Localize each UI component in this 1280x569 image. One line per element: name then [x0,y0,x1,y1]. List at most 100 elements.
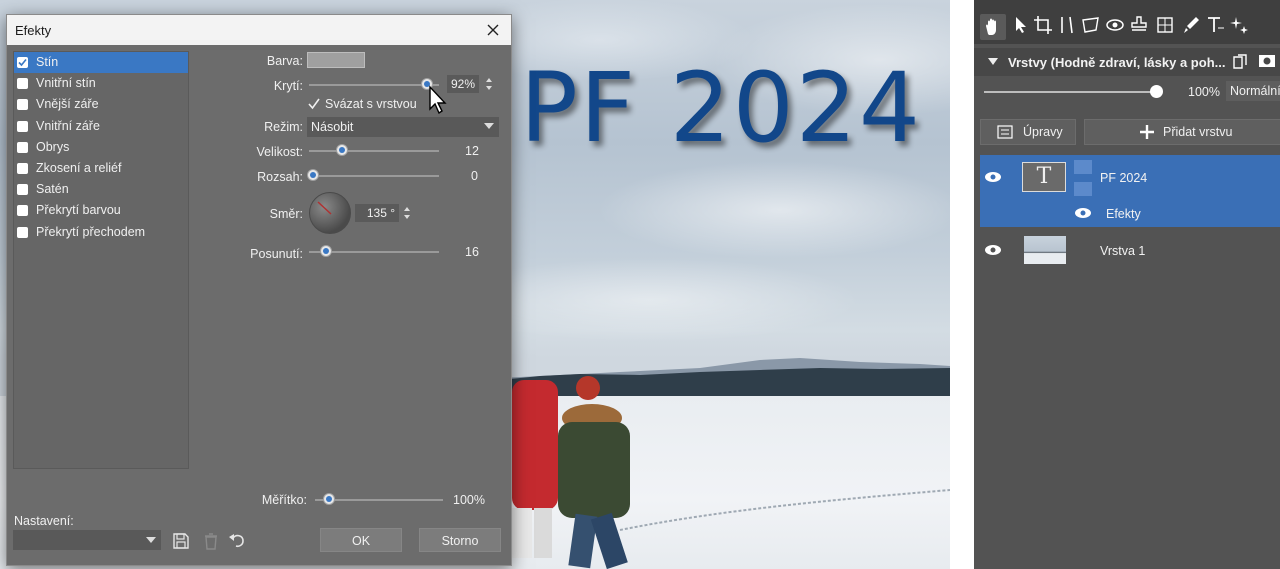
effect-checkbox[interactable] [17,226,28,238]
stamp-icon[interactable] [1128,14,1150,36]
effect-item[interactable]: Vnitřní záře [14,116,188,137]
opacity-spin-icon[interactable] [485,76,493,92]
preset-select[interactable] [13,530,161,550]
offset-slider-thumb[interactable] [320,245,332,257]
opacity-slider-track[interactable] [309,84,439,86]
effect-label: Vnitřní záře [36,118,100,133]
duplicate-icon[interactable] [1232,54,1250,70]
visibility-eye-icon[interactable] [984,244,1002,256]
link-to-layer-label[interactable]: Svázat s vrstvou [325,97,417,111]
effect-item[interactable]: Zkosení a reliéf [14,158,188,179]
eye-tool-icon[interactable] [1104,14,1126,36]
hand-tool-button[interactable] [980,14,1006,40]
effect-item[interactable]: Překrytí barvou [14,200,188,221]
effect-checkbox[interactable] [17,162,28,174]
straighten-icon[interactable] [1056,14,1078,36]
size-slider-thumb[interactable] [336,144,348,156]
offset-label: Posunutí: [250,247,303,261]
layer-opacity-thumb[interactable] [1150,85,1163,98]
effect-checkbox[interactable] [17,99,28,111]
effect-label: Stín [36,55,59,69]
link-checkmark-icon[interactable] [307,97,321,111]
chevron-down-icon [484,123,494,129]
tool-bar [974,0,1280,44]
effect-label: Zkosení a reliéf [36,160,122,175]
direction-spin-icon[interactable] [403,205,411,221]
effect-checkbox[interactable] [17,205,28,217]
layers-header[interactable]: Vrstvy (Hodně zdraví, lásky a poh... [974,48,1280,76]
effect-checkbox[interactable] [17,120,28,132]
cancel-button[interactable]: Storno [419,528,501,552]
layer-name-vrstva-1: Vrstva 1 [1100,244,1146,258]
effect-checkbox[interactable] [17,141,28,153]
layer-name-pf-2024: PF 2024 [1100,171,1148,185]
effects-eye-icon[interactable] [1074,207,1092,219]
mask-icon[interactable] [1258,54,1276,68]
adjustments-icon [997,125,1013,139]
effect-label: Vnější záře [36,97,99,112]
brush-icon[interactable] [1180,14,1202,36]
crop-icon[interactable] [1032,14,1054,36]
layer-row-vrstva-1[interactable]: Vrstva 1 [980,230,1280,270]
effect-item[interactable]: Překrytí přechodem [14,222,188,243]
effect-item[interactable]: Vnitřní stín [14,73,188,94]
effects-list: Stín Vnitřní stín Vnější záře Vnitřní záře O… [13,51,189,469]
adjustments-label: Úpravy [1023,125,1063,139]
undo-icon[interactable] [227,530,247,550]
scale-slider-thumb[interactable] [323,493,335,505]
dialog-titlebar[interactable]: Efekty [7,15,511,45]
ok-button[interactable]: OK [320,528,402,552]
effect-label: Obrys [36,139,70,154]
offset-value: 16 [465,245,479,259]
effect-checkbox[interactable] [17,184,28,196]
blend-mode-select[interactable]: Násobit [307,117,499,137]
sparkle-icon[interactable] [1228,14,1250,36]
effect-item[interactable]: Obrys [14,137,188,158]
range-value: 0 [471,169,478,183]
effect-label: Satén [36,182,69,197]
effect-badge-icon [1074,182,1092,196]
selection-icon[interactable] [1154,14,1176,36]
range-label: Rozsah: [257,170,303,184]
effect-badge-icon [1074,160,1092,174]
effects-sublayer-label[interactable]: Efekty [1106,207,1141,221]
chevron-down-icon [146,537,156,543]
add-layer-button[interactable]: Přidat vrstvu [1084,119,1280,145]
effect-item[interactable]: Vnější záře [14,94,188,115]
visibility-eye-icon[interactable] [984,171,1002,183]
preset-label: Nastavení: [14,514,74,528]
layer-row-pf-2024[interactable]: T PF 2024 Efekty [980,155,1280,227]
plus-icon [1140,125,1154,139]
opacity-label: Krytí: [273,79,303,93]
range-slider-track[interactable] [309,175,439,177]
effect-item[interactable]: Stín [14,52,188,74]
direction-value-field[interactable]: 135 ° [355,204,399,222]
range-slider-thumb[interactable] [307,169,319,181]
layer-opacity-track[interactable] [984,91,1160,93]
direction-dial[interactable] [309,192,351,234]
layers-panel: Vrstvy (Hodně zdraví, lásky a poh... 100… [974,0,1280,569]
effects-dialog: Efekty Stín Vnitřní stín Vnější záře Vnitřn… [6,14,512,566]
collapse-icon[interactable] [988,58,998,66]
pointer-icon[interactable] [1010,14,1032,36]
effect-checkbox[interactable] [17,78,28,90]
text-tool-icon[interactable] [1204,14,1226,36]
opacity-value-field[interactable]: 92% [447,75,479,93]
pf-2024-text[interactable]: PF 2024 [520,52,922,164]
mode-label: Režim: [264,120,303,134]
mouse-cursor-icon [429,85,447,115]
close-icon[interactable] [483,20,503,40]
trash-icon[interactable] [201,531,221,551]
effect-checkbox[interactable] [17,57,28,68]
save-icon[interactable] [171,531,191,551]
perspective-icon[interactable] [1080,14,1102,36]
layer-blend-select[interactable]: Normální [1226,81,1280,101]
shadow-color-swatch[interactable] [307,52,365,68]
panel-separator [950,0,974,569]
size-slider-track[interactable] [309,150,439,152]
text-layer-thumbnail: T [1022,162,1066,192]
dial-needle-icon [317,201,332,215]
effect-label: Překrytí přechodem [36,224,146,239]
adjustments-button[interactable]: Úpravy [980,119,1076,145]
effect-item[interactable]: Satén [14,179,188,200]
